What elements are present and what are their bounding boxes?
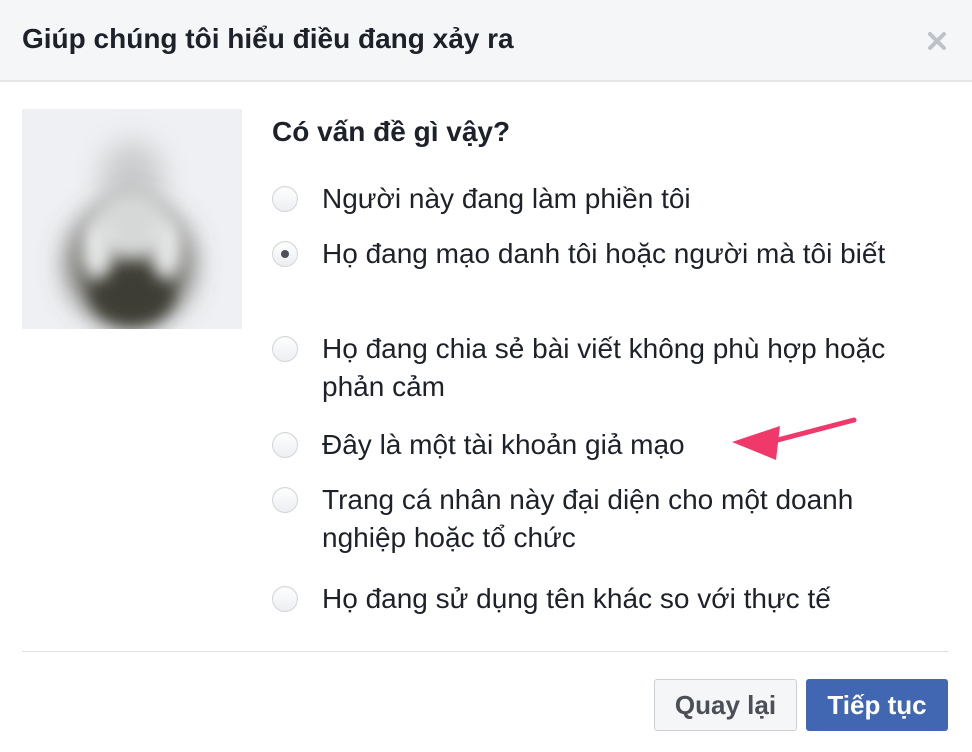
option-harassing[interactable]: Người này đang làm phiền tôi	[272, 180, 932, 220]
radio-button[interactable]	[272, 336, 298, 362]
option-label: Trang cá nhân này đại diện cho một doanh…	[322, 484, 854, 553]
option-label: Họ đang chia sẻ bài viết không phù hợp h…	[322, 333, 886, 402]
footer-divider	[22, 651, 948, 652]
dialog-title: Giúp chúng tôi hiểu điều đang xảy ra	[22, 23, 514, 54]
radio-button[interactable]	[272, 487, 298, 513]
close-icon[interactable]	[924, 28, 950, 54]
option-fake-name[interactable]: Họ đang sử dụng tên khác so với thực tế	[272, 580, 932, 620]
option-label: Họ đang mạo danh tôi hoặc người mà tôi b…	[322, 238, 886, 269]
option-impersonating[interactable]: Họ đang mạo danh tôi hoặc người mà tôi b…	[272, 235, 932, 313]
option-business-profile[interactable]: Trang cá nhân này đại diện cho một doanh…	[272, 481, 932, 559]
radio-button[interactable]	[272, 432, 298, 458]
continue-button[interactable]: Tiếp tục	[806, 679, 948, 731]
radio-button-selected[interactable]	[272, 241, 298, 267]
report-dialog: Giúp chúng tôi hiểu điều đang xảy ra Có …	[0, 0, 972, 752]
back-button[interactable]: Quay lại	[654, 679, 797, 731]
option-label: Họ đang sử dụng tên khác so với thực tế	[322, 583, 831, 614]
radio-button[interactable]	[272, 586, 298, 612]
profile-avatar	[22, 109, 242, 329]
option-inappropriate-content[interactable]: Họ đang chia sẻ bài viết không phù hợp h…	[272, 330, 932, 408]
dialog-header: Giúp chúng tôi hiểu điều đang xảy ra	[0, 0, 972, 82]
option-label: Người này đang làm phiền tôi	[322, 183, 691, 214]
radio-button[interactable]	[272, 186, 298, 212]
pink-arrow-icon	[732, 417, 857, 460]
question-heading: Có vấn đề gì vậy?	[272, 116, 511, 147]
